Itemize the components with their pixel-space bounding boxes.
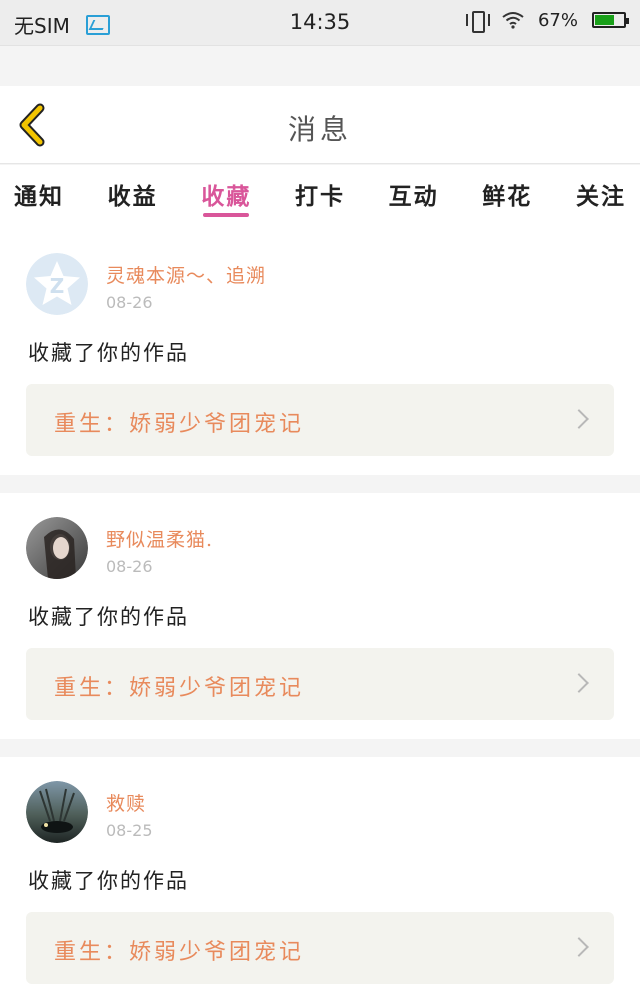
chevron-right-icon <box>569 409 589 429</box>
user-photo-avatar <box>26 781 88 843</box>
work-title: 重生：娇弱少爷团宠记 <box>54 676 305 701</box>
message-date: 08-25 <box>106 821 153 840</box>
list-item: 野似温柔猫. 08-26 收藏了你的作品 重生：娇弱少爷团宠记 <box>0 493 640 739</box>
svg-text:Z: Z <box>50 274 65 298</box>
tab-follow[interactable]: 关注 <box>576 165 626 221</box>
avatar[interactable] <box>26 517 88 579</box>
message-date: 08-26 <box>106 557 153 576</box>
battery-fill <box>595 15 614 25</box>
qq-default-avatar-icon: Z <box>26 253 88 315</box>
tab-flowers[interactable]: 鲜花 <box>482 165 532 221</box>
message-action: 收藏了你的作品 <box>28 341 189 365</box>
message-date: 08-26 <box>106 293 153 312</box>
avatar[interactable]: Z <box>26 253 88 315</box>
status-right: 67% <box>465 9 629 33</box>
tab-bar: 通知 收益 收藏 打卡 互动 鲜花 关注 <box>0 165 640 221</box>
top-spacer <box>0 46 640 86</box>
status-bar: 无SIM 14:35 67% <box>0 0 640 46</box>
message-action: 收藏了你的作品 <box>28 605 189 629</box>
username[interactable]: 灵魂本源～、追溯 <box>106 261 266 288</box>
chevron-right-icon <box>569 937 589 957</box>
avatar[interactable] <box>26 781 88 843</box>
username[interactable]: 救赎 <box>106 789 146 816</box>
chevron-right-icon <box>569 673 589 693</box>
username[interactable]: 野似温柔猫. <box>106 525 213 552</box>
message-action: 收藏了你的作品 <box>28 869 189 893</box>
battery-percent: 67% <box>537 9 578 31</box>
work-link[interactable]: 重生：娇弱少爷团宠记 <box>26 384 614 456</box>
list-item: Z 灵魂本源～、追溯 08-26 收藏了你的作品 重生：娇弱少爷团宠记 <box>0 221 640 475</box>
work-link[interactable]: 重生：娇弱少爷团宠记 <box>26 648 614 720</box>
tab-earnings[interactable]: 收益 <box>108 165 158 221</box>
work-title: 重生：娇弱少爷团宠记 <box>54 412 305 437</box>
list-item: 救赎 08-25 收藏了你的作品 重生：娇弱少爷团宠记 <box>0 757 640 1007</box>
battery-icon <box>592 12 629 28</box>
tab-favorites[interactable]: 收藏 <box>201 165 251 221</box>
wifi-icon <box>502 11 524 29</box>
page-title: 消息 <box>287 113 352 146</box>
work-title: 重生：娇弱少爷团宠记 <box>54 940 305 965</box>
work-link[interactable]: 重生：娇弱少爷团宠记 <box>26 912 614 984</box>
vibrate-icon <box>465 9 490 33</box>
tab-interaction[interactable]: 互动 <box>389 165 439 221</box>
tab-notice[interactable]: 通知 <box>14 165 64 221</box>
user-photo-avatar <box>26 517 88 579</box>
tab-checkin[interactable]: 打卡 <box>295 165 345 221</box>
nav-bar: 消息 <box>0 86 640 164</box>
